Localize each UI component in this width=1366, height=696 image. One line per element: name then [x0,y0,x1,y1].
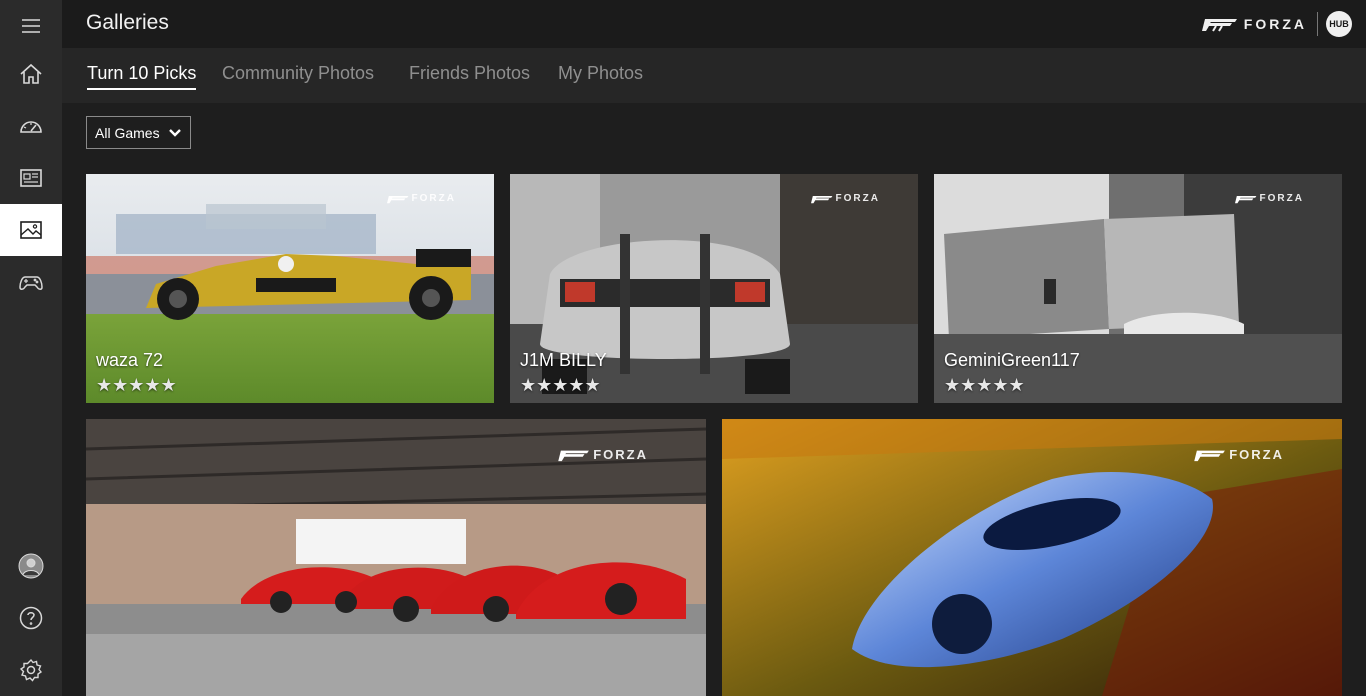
app-window: Galleries FORZA HUB Turn 10 Picks Commun… [0,0,1366,696]
tab-turn-10-picks[interactable]: Turn 10 Picks [87,63,197,90]
brand-name: FORZA [1243,16,1307,32]
photo-author: waza 72 [96,350,164,370]
forza-hub-logo: FORZA HUB [1201,11,1352,37]
settings-icon[interactable] [0,644,62,696]
gallery-tabs: Turn 10 Picks Community Photos Friends P… [62,48,1366,103]
avatar[interactable] [0,540,62,592]
photo-author: J1M BILLY [520,350,607,370]
help-icon[interactable] [0,592,62,644]
photo-rating-stars: ★★★★★ [96,375,177,395]
home-icon[interactable] [0,48,62,100]
photo-author: GeminiGreen117 [944,350,1080,370]
title-bar: Galleries FORZA HUB [62,0,1366,48]
sidebar [0,0,62,696]
photo-tile[interactable]: FORZA [86,419,706,696]
forza-watermark: FORZA [386,193,456,204]
filter-selected-value: All Games [95,124,160,141]
speedometer-icon[interactable] [0,100,62,152]
gallery-icon[interactable] [0,204,62,256]
tab-friends-photos[interactable]: Friends Photos [409,63,530,84]
photo-tile[interactable]: FORZA GeminiGreen117 ★★★★★ [934,174,1342,403]
controller-icon[interactable] [0,256,62,308]
forza-watermark: FORZA [810,193,880,204]
photo-tile[interactable]: FORZA J1M BILLY ★★★★★ [510,174,918,403]
news-icon[interactable] [0,152,62,204]
forza-watermark: FORZA [1194,447,1284,462]
brand-divider [1317,12,1318,36]
hub-badge: HUB [1326,11,1352,37]
photo-rating-stars: ★★★★★ [520,375,601,395]
photo-rating-stars: ★★★★★ [944,375,1025,395]
photo-tile[interactable]: FORZA waza 72 ★★★★★ [86,174,494,403]
chevron-down-icon [169,129,181,137]
forza-watermark: FORZA [558,447,648,462]
forza-logo-icon [1201,19,1237,32]
hamburger-menu-icon[interactable] [0,0,62,52]
photo-tile[interactable]: FORZA [722,419,1342,696]
page-title: Galleries [86,11,169,34]
forza-watermark: FORZA [1234,193,1304,204]
tab-my-photos[interactable]: My Photos [558,63,643,84]
game-filter-dropdown[interactable]: All Games [86,116,191,149]
tab-community-photos[interactable]: Community Photos [222,63,374,84]
